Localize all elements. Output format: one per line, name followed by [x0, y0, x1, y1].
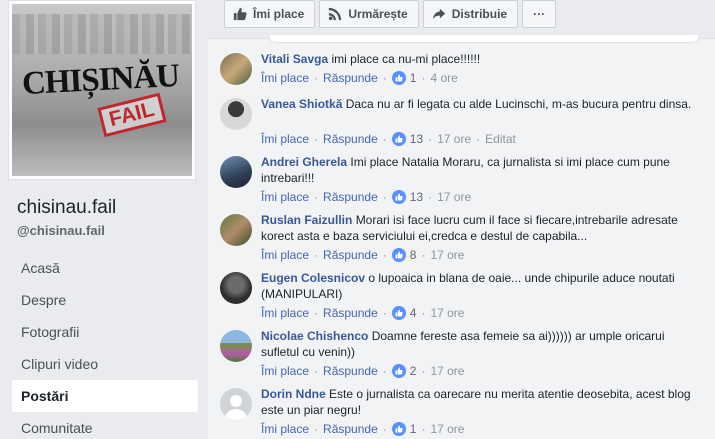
- comment-time[interactable]: 4 ore: [430, 71, 457, 85]
- reaction-count[interactable]: 8: [391, 248, 416, 262]
- profile-image: CHIȘINĂU FAIL: [12, 4, 192, 176]
- comment-reply-link[interactable]: Răspunde: [323, 306, 378, 320]
- share-label: Distribuie: [451, 7, 508, 21]
- avatar[interactable]: [220, 53, 252, 85]
- like-reaction-icon: [391, 422, 406, 436]
- comment-reply-link[interactable]: Răspunde: [323, 132, 378, 146]
- comment-time[interactable]: 17 ore: [430, 422, 464, 436]
- nav-item-fotografii[interactable]: Fotografii: [12, 316, 198, 348]
- comment-like-link[interactable]: Îmi place: [261, 132, 309, 146]
- comment-reply-link[interactable]: Răspunde: [323, 364, 378, 378]
- comment-text: Daca nu ar fi legata cu alde Lucinschi, …: [345, 97, 692, 111]
- reaction-count[interactable]: 13: [391, 190, 423, 204]
- more-options-button[interactable]: ···: [522, 0, 557, 28]
- edited-label: Editat: [485, 132, 516, 146]
- comment-like-link[interactable]: Îmi place: [261, 422, 309, 436]
- comment-author[interactable]: Ruslan Faizullin: [261, 213, 352, 227]
- comment-author[interactable]: Eugen Colesnicov: [261, 271, 365, 285]
- like-reaction-icon: [391, 190, 406, 204]
- comment-author[interactable]: Andrei Gherela: [261, 155, 347, 169]
- more-dots-icon: ···: [533, 7, 546, 21]
- comment-meta: Îmi place · Răspunde · 4 · 17 ore: [261, 306, 465, 320]
- avatar[interactable]: [220, 156, 252, 188]
- share-arrow-icon: [432, 8, 445, 20]
- nav-item-postari[interactable]: Postări: [12, 380, 198, 412]
- reaction-count[interactable]: 1: [391, 71, 416, 85]
- comment-like-link[interactable]: Îmi place: [261, 190, 309, 204]
- page-nav: Acasă Despre Fotografii Clipuri video Po…: [12, 252, 198, 439]
- comment-time[interactable]: 17 ore: [437, 190, 471, 204]
- like-reaction-icon: [391, 364, 406, 378]
- main-column: Îmi place Urmărește Distribuie ··· Vital…: [208, 0, 715, 439]
- avatar[interactable]: [220, 272, 252, 304]
- left-sidebar: CHIȘINĂU FAIL chisinau.fail @chisinau.fa…: [0, 0, 208, 439]
- comment-author[interactable]: Nicolae Chishenco: [261, 329, 368, 343]
- like-reaction-icon: [391, 132, 406, 146]
- avatar[interactable]: [220, 214, 252, 246]
- comment-meta: Îmi place · Răspunde · 2 · 17 ore: [261, 364, 465, 378]
- avatar[interactable]: [220, 98, 252, 130]
- comment-meta: Îmi place · Răspunde · 1 · 4 ore: [261, 71, 458, 85]
- comment-time[interactable]: 17 ore: [430, 364, 464, 378]
- share-button[interactable]: Distribuie: [422, 0, 519, 28]
- nav-item-despre[interactable]: Despre: [12, 284, 198, 316]
- profile-picture[interactable]: CHIȘINĂU FAIL: [8, 0, 196, 180]
- reaction-count[interactable]: 2: [391, 364, 416, 378]
- comment-text: Este o jurnalista ca oarecare nu merita …: [261, 387, 691, 417]
- comment-text: imi place ca nu-mi place!!!!!!: [331, 52, 481, 66]
- comment-meta: Îmi place · Răspunde · 13 · 17 ore: [261, 190, 472, 204]
- page-handle[interactable]: @chisinau.fail: [17, 223, 105, 238]
- like-reaction-icon: [391, 248, 406, 262]
- comment-author[interactable]: Vitali Savga: [261, 52, 328, 66]
- like-page-button[interactable]: Îmi place: [224, 0, 316, 28]
- comment-reply-link[interactable]: Răspunde: [323, 248, 378, 262]
- comment-time[interactable]: 17 ore: [430, 306, 464, 320]
- comments-section: Vitali Savga imi place ca nu-mi place!!!…: [208, 35, 715, 439]
- logo-stamp: FAIL: [97, 92, 167, 138]
- comment-reply-link[interactable]: Răspunde: [323, 71, 378, 85]
- avatar[interactable]: [220, 388, 252, 420]
- comment-meta: Îmi place · Răspunde · 13 · 17 ore · Editat: [261, 132, 516, 146]
- comment-author[interactable]: Dorin Ndne: [261, 387, 326, 401]
- reaction-count[interactable]: 4: [391, 306, 416, 320]
- city-skyline: [12, 14, 192, 54]
- nav-item-clipuri-video[interactable]: Clipuri video: [12, 348, 198, 380]
- like-page-label: Îmi place: [253, 7, 305, 21]
- comment-reply-link[interactable]: Răspunde: [323, 190, 378, 204]
- comment-like-link[interactable]: Îmi place: [261, 364, 309, 378]
- like-reaction-icon: [391, 306, 406, 320]
- comment-like-link[interactable]: Îmi place: [261, 71, 309, 85]
- comment-like-link[interactable]: Îmi place: [261, 248, 309, 262]
- rss-icon: [329, 7, 342, 21]
- avatar[interactable]: [220, 330, 252, 362]
- nav-item-acasa[interactable]: Acasă: [12, 252, 198, 284]
- comment-meta: Îmi place · Răspunde · 8 · 17 ore: [261, 248, 465, 262]
- comment-reply-link[interactable]: Răspunde: [323, 422, 378, 436]
- nav-item-comunitate[interactable]: Comunitate: [12, 412, 198, 439]
- default-avatar-icon: [224, 395, 248, 420]
- page-name[interactable]: chisinau.fail: [17, 197, 116, 219]
- comment-author[interactable]: Vanea Shiotkă: [261, 97, 342, 111]
- reaction-count[interactable]: 1: [391, 422, 416, 436]
- post-actions-bar: Îmi place Urmărește Distribuie ···: [224, 0, 557, 29]
- comment-like-link[interactable]: Îmi place: [261, 306, 309, 320]
- comment-meta: Îmi place · Răspunde · 1 · 17 ore: [261, 422, 465, 436]
- thumbs-up-icon: [233, 7, 247, 21]
- like-reaction-icon: [391, 71, 406, 85]
- comment-time[interactable]: 17 ore: [430, 248, 464, 262]
- reaction-count[interactable]: 13: [391, 132, 423, 146]
- comment-time[interactable]: 17 ore: [437, 132, 471, 146]
- comment-input-edge: [268, 35, 700, 43]
- follow-button[interactable]: Urmărește: [319, 0, 419, 28]
- follow-label: Urmărește: [348, 7, 408, 21]
